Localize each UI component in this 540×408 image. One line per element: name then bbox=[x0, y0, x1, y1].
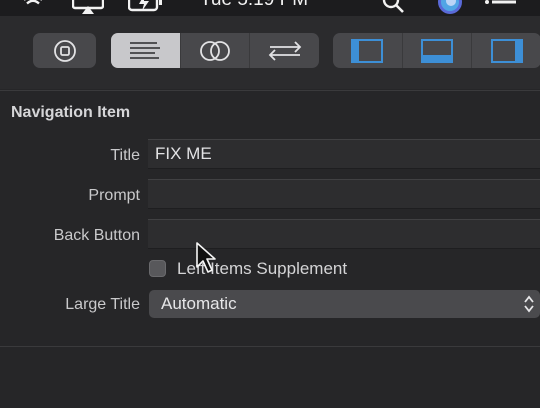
search-icon[interactable] bbox=[380, 0, 406, 16]
large-title-value: Automatic bbox=[161, 294, 237, 313]
wifi-icon[interactable] bbox=[22, 0, 44, 16]
section-title: Navigation Item bbox=[11, 104, 131, 121]
menu-bar: Tue 5:19 PM bbox=[0, 0, 540, 16]
right-panel-icon bbox=[490, 38, 523, 63]
bottom-panel-icon bbox=[421, 38, 453, 63]
utilities-toggle-button[interactable] bbox=[471, 33, 540, 68]
version-editor-button[interactable] bbox=[249, 33, 319, 68]
updown-chevron-icon bbox=[520, 292, 538, 316]
notification-center-icon[interactable] bbox=[483, 0, 517, 16]
lines-icon bbox=[130, 41, 161, 59]
title-field[interactable]: FIX ME bbox=[148, 139, 540, 169]
siri-icon[interactable] bbox=[436, 0, 464, 16]
large-title-popup[interactable]: Automatic bbox=[149, 290, 540, 318]
battery-icon[interactable] bbox=[127, 0, 164, 16]
divider bbox=[0, 346, 540, 347]
airplay-icon[interactable] bbox=[71, 0, 105, 16]
assistant-editor-button[interactable] bbox=[179, 33, 250, 68]
attributes-inspector: Navigation Item Title FIX ME Prompt Back… bbox=[0, 89, 540, 408]
large-title-label: Large Title bbox=[65, 296, 140, 313]
divider bbox=[0, 90, 540, 91]
standard-editor-button[interactable] bbox=[111, 33, 180, 68]
navigator-toggle-button[interactable] bbox=[333, 33, 402, 68]
title-label: Title bbox=[110, 147, 140, 164]
prompt-label: Prompt bbox=[88, 187, 140, 204]
menu-clock[interactable]: Tue 5:19 PM bbox=[200, 0, 308, 11]
prompt-field[interactable] bbox=[148, 179, 540, 209]
back-button-label: Back Button bbox=[53, 227, 140, 244]
swap-arrows-icon bbox=[268, 40, 301, 61]
left-panel-icon bbox=[351, 38, 384, 63]
venn-circles-icon bbox=[200, 40, 230, 61]
debug-area-toggle-button[interactable] bbox=[401, 33, 472, 68]
editor-mode-segmented-control bbox=[111, 33, 319, 68]
xcode-toolbar bbox=[0, 16, 540, 89]
breakpoint-button[interactable] bbox=[33, 33, 96, 68]
left-items-supplement-checkbox[interactable] bbox=[149, 260, 166, 277]
stop-circle-icon bbox=[53, 39, 76, 62]
panels-segmented-control bbox=[333, 33, 540, 68]
mouse-pointer-icon bbox=[195, 241, 221, 280]
